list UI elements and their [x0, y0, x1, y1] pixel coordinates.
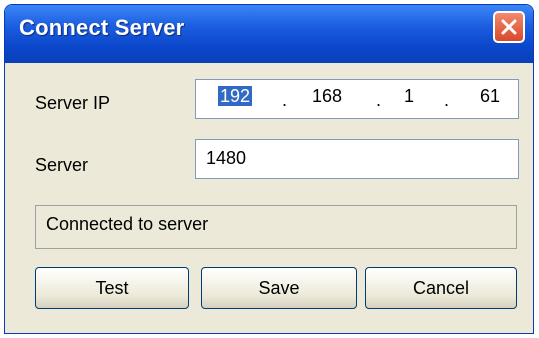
ip-octet-3[interactable]: 1 — [404, 86, 414, 107]
test-button[interactable]: Test — [35, 267, 189, 309]
window-title: Connect Server — [19, 15, 185, 40]
server-ip-input[interactable]: 192 . 168 . 1 . 61 — [195, 79, 519, 119]
status-text: Connected to server — [46, 214, 209, 234]
server-ip-label: Server IP — [35, 93, 111, 113]
save-button[interactable]: Save — [201, 267, 357, 309]
server-label: Server — [35, 155, 89, 175]
title-bar[interactable]: Connect Server — [5, 5, 533, 63]
ip-dot-1: . — [282, 90, 288, 110]
ip-octet-2[interactable]: 168 — [312, 86, 342, 107]
close-icon — [501, 19, 517, 35]
status-box: Connected to server — [35, 205, 517, 249]
server-input-value: 1480 — [206, 148, 247, 168]
server-input[interactable]: 1480 — [195, 139, 519, 179]
ip-dot-3: . — [444, 90, 450, 110]
cancel-button[interactable]: Cancel — [365, 267, 517, 309]
ip-octet-4[interactable]: 61 — [480, 86, 500, 107]
close-button[interactable] — [493, 11, 525, 43]
ip-octet-1[interactable]: 192 — [218, 86, 253, 107]
connect-server-dialog: Connect Server Server IP 192 . 168 . 1 .… — [4, 4, 534, 334]
ip-dot-2: . — [376, 90, 382, 110]
